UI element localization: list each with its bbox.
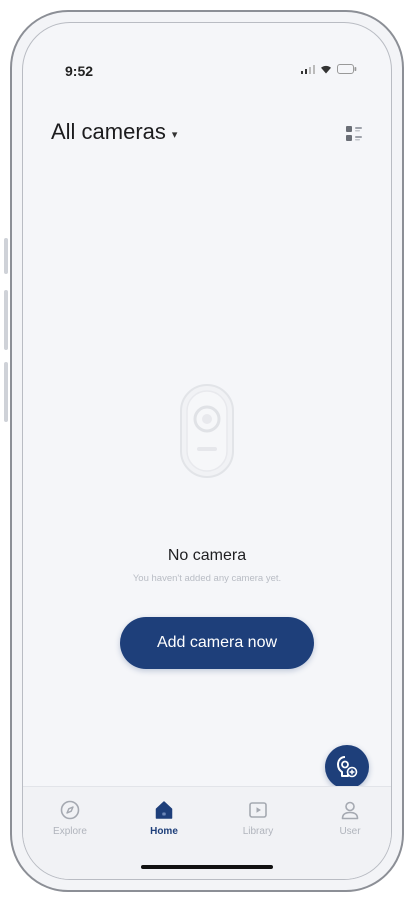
tab-label: Home [150, 826, 178, 837]
status-bar: 9:52 [23, 23, 391, 97]
compass-icon [60, 800, 80, 820]
page-title: All cameras [51, 119, 166, 144]
play-library-icon [249, 802, 267, 818]
signal-icon [301, 64, 315, 74]
status-icons [301, 64, 357, 74]
header: All cameras ▾ [23, 111, 391, 155]
status-time: 9:52 [65, 63, 94, 79]
camera-group-selector[interactable]: All cameras ▾ [51, 119, 177, 145]
tab-home[interactable]: Home [129, 799, 199, 837]
tab-explore[interactable]: Explore [35, 799, 105, 837]
wifi-icon [321, 65, 331, 74]
empty-state-subtitle: You haven't added any camera yet. [132, 573, 282, 584]
phone-side-button [4, 362, 8, 422]
screenshot-stage: 9:52 All cameras ▾ No camera You haven't… [0, 0, 416, 903]
tab-user[interactable]: User [315, 799, 385, 837]
tab-label: Explore [53, 826, 87, 837]
empty-state-title: No camera [167, 547, 247, 564]
user-icon [341, 801, 359, 820]
battery-icon [337, 64, 357, 74]
tab-label: Library [242, 826, 274, 837]
phone-side-button [4, 238, 8, 274]
add-camera-button[interactable]: Add camera now [120, 617, 314, 669]
tab-library[interactable]: Library [223, 799, 293, 837]
add-device-fab[interactable] [325, 745, 369, 789]
phone-side-button [4, 290, 8, 350]
chevron-down-icon: ▾ [171, 128, 178, 141]
phone-frame: 9:52 All cameras ▾ No camera You haven't… [10, 10, 404, 892]
tab-bar: Explore Home Library User [23, 786, 391, 879]
home-indicator [141, 865, 273, 869]
home-icon [155, 801, 173, 819]
tab-label: User [339, 826, 361, 837]
grid-view-icon[interactable] [345, 125, 363, 143]
phone-screen: 9:52 All cameras ▾ No camera You haven't… [22, 22, 392, 880]
camera-placeholder-icon [180, 384, 234, 478]
camera-add-icon [337, 756, 358, 778]
